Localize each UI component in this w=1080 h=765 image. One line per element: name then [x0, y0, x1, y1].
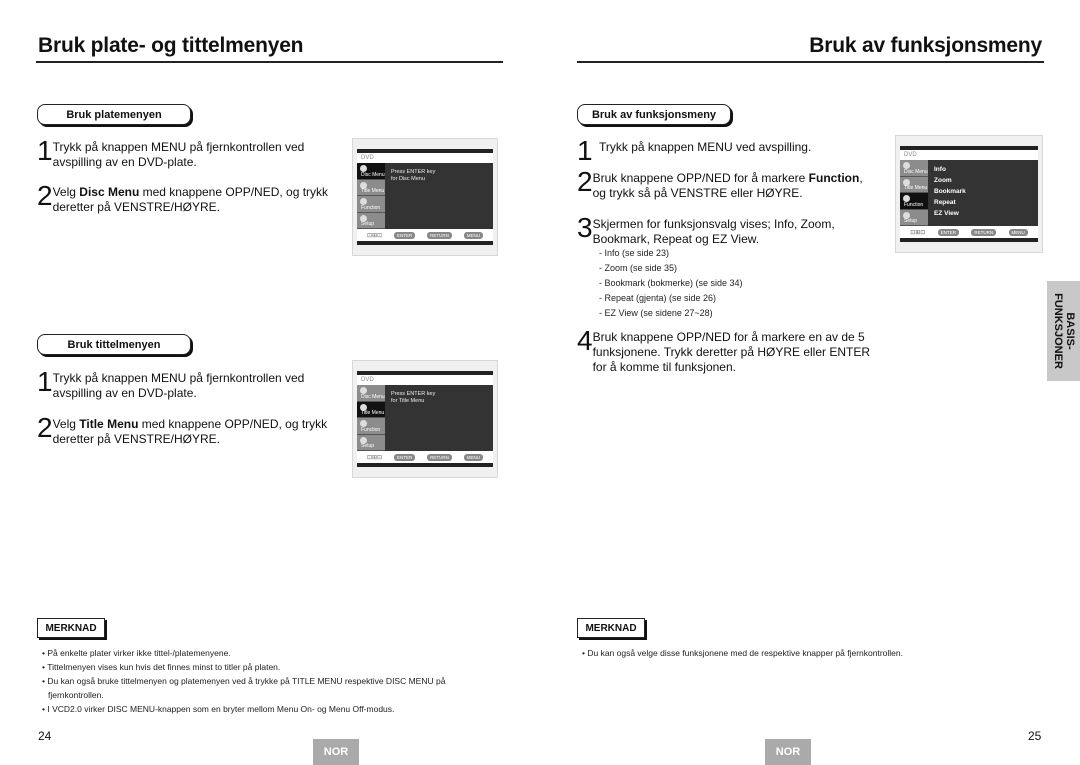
navigation-arrows-icon: ⊡⊞⊡ — [366, 232, 383, 239]
step-3: 3 Skjermen for funksjonsvalg vises; Info… — [577, 212, 877, 247]
step-text: Trykk på knappen MENU ved avspilling. — [599, 140, 812, 154]
language-badge: NOR — [765, 739, 811, 765]
dvd-function-menu-screen: DVD Disc Menu Title Menu Function Setup … — [895, 135, 1043, 253]
sublist-item: - EZ View (se sidene 27~28) — [599, 308, 713, 318]
menu-function: Function — [900, 193, 928, 210]
step-text: Skjermen for funksjonsvalg vises; Info, … — [592, 217, 835, 246]
screen-message: Press ENTER key for Disc Menu — [391, 169, 436, 182]
step-number: 4 — [577, 325, 593, 356]
left-page-title: Bruk plate- og tittelmenyen — [38, 34, 304, 57]
step-text: Velg Disc Menu med knappene OPP/NED, og … — [52, 185, 329, 214]
menu-setup: Setup — [900, 209, 928, 226]
step-1: 1 Trykk på knappen MENU ved avspilling. — [577, 135, 877, 166]
title-divider — [36, 61, 503, 63]
step-1: 1 Trykk på knappen MENU på fjernkontroll… — [37, 366, 337, 401]
key-enter: ENTER — [393, 453, 416, 461]
sublist-item: - Info (se side 23) — [599, 248, 670, 258]
section-tab-title-menu: Bruk tittelmenyen — [37, 334, 191, 355]
notes-list: • Du kan også velge disse funksjonene me… — [580, 646, 1040, 660]
step-text: Velg Title Menu med knappene OPP/NED, og… — [52, 417, 328, 446]
dvd-disc-menu-screen: DVD Disc Menu Title Menu Function Setup … — [352, 138, 498, 256]
key-return: RETURN — [971, 228, 997, 236]
screen-message: Press ENTER key for Title Menu — [391, 391, 436, 404]
menu-setup: Setup — [357, 212, 385, 229]
side-tab-line-1: BASIS- — [1063, 312, 1076, 350]
menu-title-menu: Title Menu — [357, 401, 385, 418]
title-divider — [577, 61, 1044, 63]
menu-disc-menu: Disc Menu — [900, 160, 928, 177]
step-text: Bruk knappene OPP/NED for å markere Func… — [592, 171, 863, 200]
key-menu: MENU — [463, 231, 484, 239]
key-enter: ENTER — [393, 231, 416, 239]
note-label: MERKNAD — [577, 618, 645, 638]
function-options: Info Zoom Bookmark Repeat EZ View — [934, 164, 966, 219]
note-item: • I VCD2.0 virker DISC MENU-knappen som … — [42, 704, 395, 714]
sublist-item: - Bookmark (bokmerke) (se side 34) — [599, 278, 743, 288]
key-menu: MENU — [1008, 228, 1028, 236]
function-option-bookmark: Bookmark — [934, 188, 966, 195]
step-number: 1 — [37, 366, 53, 397]
step-text: Bruk knappene OPP/NED for å markere en a… — [592, 330, 871, 374]
menu-function: Function — [357, 196, 385, 213]
section-tab-function-menu: Bruk av funksjonsmeny — [577, 104, 731, 125]
note-item: • På enkelte plater virker ikke tittel-/… — [42, 648, 231, 658]
step-4: 4 Bruk knappene OPP/NED for å markere en… — [577, 325, 877, 375]
notes-list: • På enkelte plater virker ikke tittel-/… — [40, 646, 500, 716]
note-item: • Tittelmenyen vises kun hvis det finnes… — [42, 662, 281, 672]
menu-function: Function — [357, 418, 385, 435]
key-return: RETURN — [427, 231, 452, 239]
page-number-right: 25 — [1028, 729, 1042, 743]
key-return: RETURN — [427, 453, 452, 461]
screen-sidebar: Disc Menu Title Menu Function Setup — [357, 163, 385, 229]
function-option-ez-view: EZ View — [934, 210, 959, 217]
language-badge: NOR — [313, 739, 359, 765]
function-option-info: Info — [934, 166, 946, 173]
function-sublist: - Info (se side 23) - Zoom (se side 35) … — [599, 246, 743, 321]
sublist-item: - Zoom (se side 35) — [599, 263, 678, 273]
step-number: 3 — [577, 212, 593, 243]
chapter-side-tab: BASIS- FUNKSJONER — [1047, 281, 1080, 381]
screen-sidebar: Disc Menu Title Menu Function Setup — [357, 385, 385, 451]
navigation-arrows-icon: ⊡⊞⊡ — [366, 454, 383, 461]
screen-header: DVD — [900, 150, 1038, 160]
screen-header: DVD — [357, 153, 493, 163]
step-number: 2 — [577, 166, 593, 197]
function-option-repeat: Repeat — [934, 199, 956, 206]
key-enter: ENTER — [937, 228, 959, 236]
dvd-title-menu-screen: DVD Disc Menu Title Menu Function Setup … — [352, 360, 498, 478]
right-page-title: Bruk av funksjonsmeny — [809, 34, 1042, 57]
step-text: Trykk på knappen MENU på fjernkontrollen… — [52, 371, 305, 400]
step-number: 1 — [577, 135, 593, 166]
step-number: 2 — [37, 180, 53, 211]
step-2: 2 Velg Title Menu med knappene OPP/NED, … — [37, 412, 337, 447]
sublist-item: - Repeat (gjenta) (se side 26) — [599, 293, 717, 303]
note-label: MERKNAD — [37, 618, 105, 638]
screen-sidebar: Disc Menu Title Menu Function Setup — [900, 160, 928, 226]
section-tab-disc-menu: Bruk platemenyen — [37, 104, 191, 125]
step-2: 2 Velg Disc Menu med knappene OPP/NED, o… — [37, 180, 337, 215]
function-option-zoom: Zoom — [934, 177, 952, 184]
step-1: 1 Trykk på knappen MENU på fjernkontroll… — [37, 135, 337, 170]
navigation-arrows-icon: ⊡⊞⊡ — [910, 229, 926, 236]
key-menu: MENU — [463, 453, 484, 461]
menu-disc-menu: Disc Menu — [357, 385, 385, 402]
menu-title-menu: Title Menu — [357, 179, 385, 196]
note-item: • Du kan også velge disse funksjonene me… — [582, 648, 903, 658]
side-tab-line-2: FUNKSJONER — [1051, 293, 1064, 369]
note-item: • Du kan også bruke tittelmenyen og plat… — [42, 676, 446, 700]
step-number: 1 — [37, 135, 53, 166]
menu-disc-menu: Disc Menu — [357, 163, 385, 180]
step-number: 2 — [37, 412, 53, 443]
step-2: 2 Bruk knappene OPP/NED for å markere Fu… — [577, 166, 877, 201]
page-number-left: 24 — [38, 729, 52, 743]
menu-setup: Setup — [357, 434, 385, 451]
screen-header: DVD — [357, 375, 493, 385]
step-text: Trykk på knappen MENU på fjernkontrollen… — [52, 140, 305, 169]
menu-title-menu: Title Menu — [900, 176, 928, 193]
